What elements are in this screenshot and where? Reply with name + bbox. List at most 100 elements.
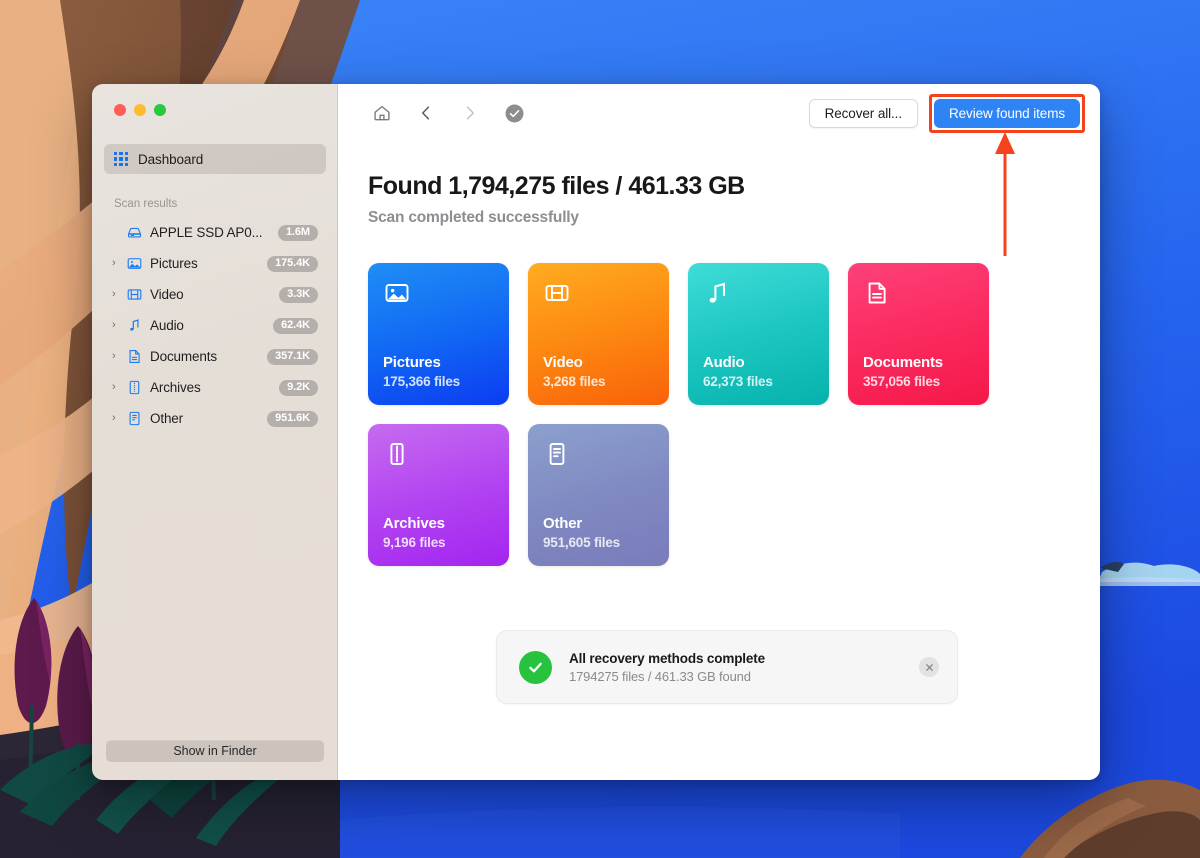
card-count: 175,366 files [383,374,460,389]
app-window: Dashboard Scan results › APPLE SSD AP0..… [92,84,1100,780]
category-card-pictures[interactable]: Pictures 175,366 files [368,263,509,405]
toolbar: Recover all... Review found items [338,84,1100,142]
category-card-video[interactable]: Video 3,268 files [528,263,669,405]
sidebar-item-documents[interactable]: › Documents 357.1K [104,341,326,372]
notification-subtitle: 1794275 files / 461.33 GB found [569,668,751,684]
sidebar-item-label: Audio [150,318,184,333]
card-text-block: Video 3,268 files [543,354,654,389]
film-icon [125,286,143,304]
sidebar-item-label: Archives [150,380,201,395]
card-text-block: Archives 9,196 files [383,515,494,550]
sidebar-item-badge: 357.1K [267,348,318,365]
chevron-right-icon[interactable]: › [110,289,125,300]
card-count: 62,373 files [703,374,773,389]
sidebar: Dashboard Scan results › APPLE SSD AP0..… [92,84,338,780]
document-icon [863,279,893,309]
other-icon [543,440,573,470]
disk-icon [125,224,143,242]
card-title: Other [543,515,583,532]
card-title: Pictures [383,354,441,371]
recover-all-button[interactable]: Recover all... [808,98,918,128]
forward-button[interactable] [456,99,484,127]
show-in-finder-button[interactable]: Show in Finder [106,740,324,762]
page-subtitle: Scan completed successfully [368,209,579,226]
card-title: Audio [703,354,745,371]
sidebar-item-label: Video [150,287,184,302]
document-icon [125,348,143,366]
sidebar-scroll-area: Dashboard Scan results › APPLE SSD AP0..… [92,132,338,740]
notification-banner: All recovery methods complete 1794275 fi… [496,630,958,704]
chevron-right-icon[interactable]: › [110,382,125,393]
sidebar-item-badge: 62.4K [273,317,318,334]
chevron-right-icon[interactable]: › [110,413,125,424]
chevron-right-icon[interactable]: › [110,258,125,269]
back-button[interactable] [412,99,440,127]
review-found-items-button[interactable]: Review found items [933,98,1080,128]
sidebar-item-label: Other [150,411,184,426]
zoom-window-button[interactable] [154,104,166,116]
category-card-grid: Pictures 175,366 files Video 3,268 files… [368,263,1028,566]
toolbar-nav-group [368,99,528,127]
sidebar-item-label: Pictures [150,256,198,271]
card-title: Documents [863,354,943,371]
category-card-documents[interactable]: Documents 357,056 files [848,263,989,405]
close-window-button[interactable] [114,104,126,116]
minimize-window-button[interactable] [134,104,146,116]
chevron-right-icon [466,106,475,120]
archive-icon [125,379,143,397]
desktop: Dashboard Scan results › APPLE SSD AP0..… [0,0,1200,858]
main-content: Recover all... Review found items Found … [338,84,1100,780]
chevron-left-icon [421,106,430,120]
card-title: Archives [383,515,445,532]
sidebar-footer: Show in Finder [92,740,338,780]
scan-status-button[interactable] [500,99,528,127]
note-icon [703,279,733,309]
sidebar-item-pictures[interactable]: › Pictures 175.4K [104,248,326,279]
archive-icon [383,440,413,470]
sidebar-item-badge: 1.6M [277,224,318,241]
sidebar-item-video[interactable]: › Video 3.3K [104,279,326,310]
card-count: 3,268 files [543,374,606,389]
category-card-other[interactable]: Other 951,605 files [528,424,669,566]
card-title: Video [543,354,583,371]
check-icon [519,650,552,684]
sidebar-item-dashboard[interactable]: Dashboard [104,144,326,174]
sidebar-item-badge: 3.3K [279,286,318,303]
card-text-block: Audio 62,373 files [703,354,814,389]
review-found-items-wrapper: Review found items [928,93,1085,133]
notification-title: All recovery methods complete [569,650,765,666]
sidebar-section-title: Scan results [114,198,178,210]
film-icon [543,279,573,309]
card-text-block: Documents 357,056 files [863,354,974,389]
card-count: 9,196 files [383,535,446,550]
other-icon [125,410,143,428]
note-icon [125,317,143,335]
category-card-audio[interactable]: Audio 62,373 files [688,263,829,405]
sidebar-item-audio[interactable]: › Audio 62.4K [104,310,326,341]
sidebar-item-apple-ssd[interactable]: › APPLE SSD AP0... 1.6M [104,217,326,248]
page-title: Found 1,794,275 files / 461.33 GB [368,172,745,200]
sidebar-item-other[interactable]: › Other 951.6K [104,403,326,434]
sidebar-item-dashboard-label: Dashboard [138,151,204,167]
grid-icon [114,152,128,166]
notification-text-block: All recovery methods complete 1794275 fi… [569,651,919,684]
sidebar-item-badge: 951.6K [267,410,318,427]
window-traffic-lights [92,84,338,132]
card-count: 951,605 files [543,535,620,550]
close-icon[interactable] [919,657,939,677]
card-text-block: Pictures 175,366 files [383,354,494,389]
card-text-block: Other 951,605 files [543,515,654,550]
card-count: 357,056 files [863,374,940,389]
sidebar-item-label: Documents [150,349,217,364]
home-button[interactable] [368,99,396,127]
sidebar-item-badge: 175.4K [267,255,318,272]
picture-icon [383,279,413,309]
sidebar-item-archives[interactable]: › Archives 9.2K [104,372,326,403]
home-icon [374,105,390,121]
chevron-right-icon[interactable]: › [110,351,125,362]
category-card-archives[interactable]: Archives 9,196 files [368,424,509,566]
sidebar-item-badge: 9.2K [279,379,318,396]
chevron-right-icon[interactable]: › [110,320,125,331]
dashboard-pane: Found 1,794,275 files / 461.33 GB Scan c… [338,142,1100,780]
picture-icon [125,255,143,273]
